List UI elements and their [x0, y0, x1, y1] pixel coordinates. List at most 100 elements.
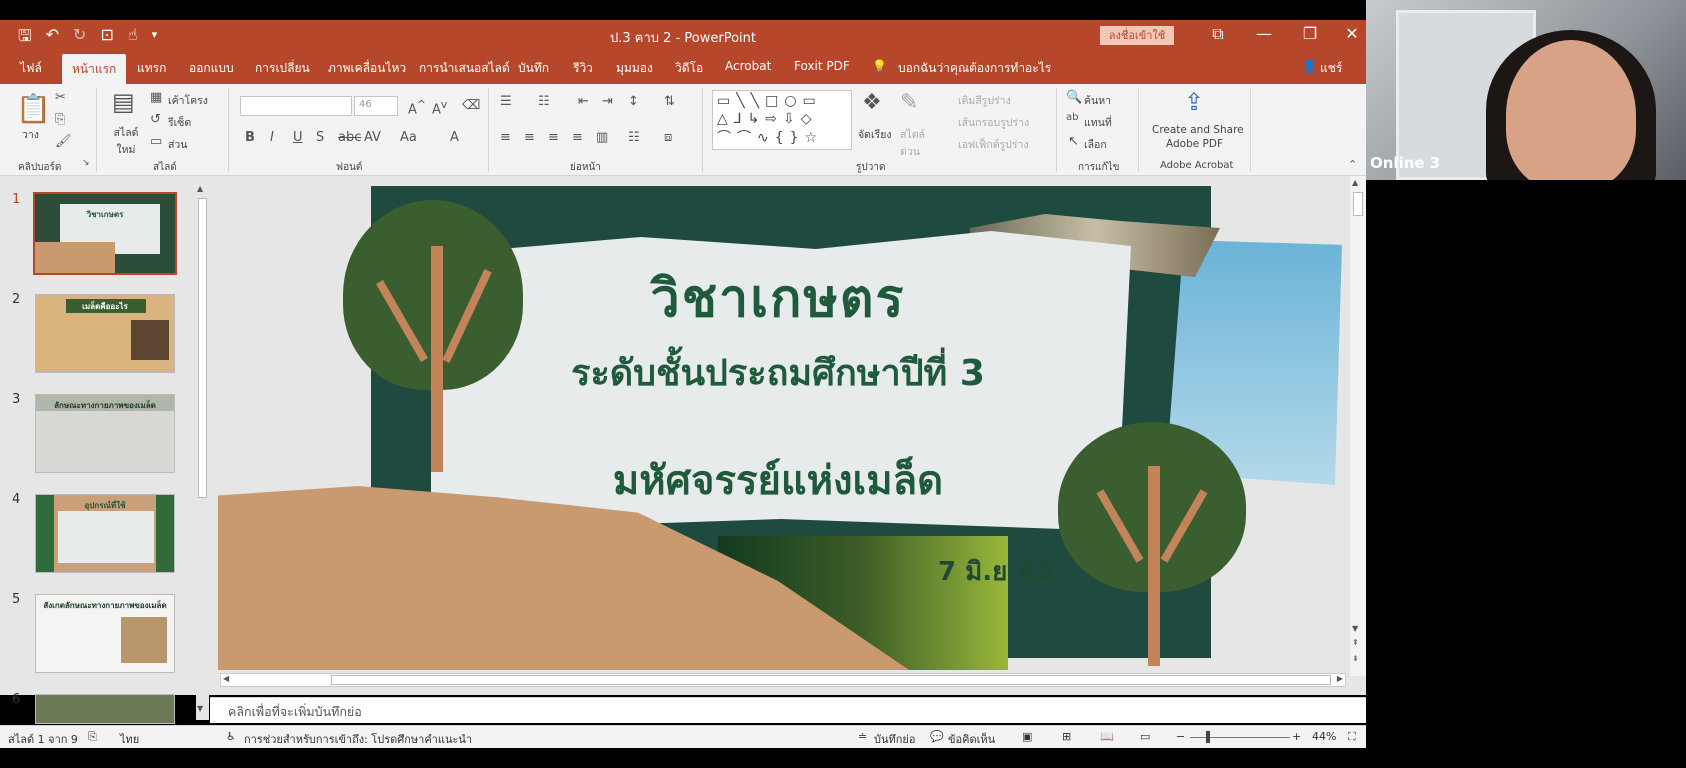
slide-canvas[interactable]: วิชาเกษตร ระดับชั้นประถมศึกษาปีที่ 3 มหั…: [218, 186, 1353, 670]
justify-icon[interactable]: ≡: [572, 130, 583, 145]
replace-label[interactable]: แทนที่: [1084, 114, 1112, 131]
slide-vertical-scrollbar[interactable]: ▲ ▼ ⇞ ⇟: [1350, 176, 1366, 676]
font-color-icon[interactable]: A: [450, 130, 459, 145]
slide-sorter-icon[interactable]: ⊞: [1062, 730, 1071, 743]
previous-slide-icon[interactable]: ⇞: [1352, 638, 1359, 647]
accessibility-icon[interactable]: ♿: [226, 730, 236, 743]
new-slide-label[interactable]: สไลด์ใหม่: [108, 124, 144, 158]
cut-icon[interactable]: ✂: [55, 90, 66, 105]
bullets-icon[interactable]: ☰: [500, 94, 512, 109]
tab-animations[interactable]: ภาพเคลื่อนไหว: [328, 59, 406, 78]
collapse-ribbon-icon[interactable]: ⌃: [1348, 158, 1357, 171]
tab-file[interactable]: ไฟล์: [20, 59, 42, 78]
normal-view-icon[interactable]: ▣: [1022, 730, 1032, 743]
sign-in-button[interactable]: ลงชื่อเข้าใช้: [1100, 26, 1174, 45]
section-label[interactable]: ส่วน: [168, 136, 187, 153]
numbering-icon[interactable]: ☷: [538, 94, 550, 109]
ribbon-display-options-icon[interactable]: ⧉: [1198, 24, 1238, 44]
notes-toggle-button[interactable]: บันทึกย่อ: [874, 730, 915, 748]
select-icon[interactable]: ↖: [1068, 134, 1079, 149]
notes-toggle-icon[interactable]: ≐: [858, 730, 867, 743]
layout-icon[interactable]: ▦: [150, 90, 162, 105]
find-label[interactable]: ค้นหา: [1084, 92, 1111, 109]
tab-foxit-pdf[interactable]: Foxit PDF: [794, 59, 850, 73]
layout-label[interactable]: เค้าโครง: [168, 92, 208, 109]
arrange-icon[interactable]: ❖: [862, 90, 882, 115]
minimize-icon[interactable]: —: [1244, 24, 1284, 43]
clipboard-launcher-icon[interactable]: ↘: [82, 158, 90, 168]
zoom-level[interactable]: 44%: [1312, 730, 1336, 743]
slide-thumbnail[interactable]: วิชาเกษตร: [33, 192, 177, 275]
slide-subtitle-grade[interactable]: ระดับชั้นประถมศึกษาปีที่ 3: [438, 344, 1118, 401]
increase-indent-icon[interactable]: ⇥: [602, 94, 613, 109]
create-share-label[interactable]: Create and Share: [1152, 124, 1244, 136]
find-icon[interactable]: 🔍: [1066, 90, 1082, 105]
slide-thumbnail[interactable]: อุปกรณ์ที่ใช้: [35, 494, 175, 573]
strikethrough-icon[interactable]: abc: [338, 130, 361, 145]
create-pdf-icon[interactable]: ⇪: [1184, 88, 1204, 116]
quick-styles-label[interactable]: สไตล์ด่วน: [900, 126, 930, 160]
clear-formatting-icon[interactable]: ⌫: [462, 98, 480, 113]
tab-view[interactable]: มุมมอง: [616, 59, 653, 78]
quick-styles-icon[interactable]: ✎: [900, 90, 918, 115]
slide-thumbnail[interactable]: [35, 694, 175, 724]
copy-icon[interactable]: ⎘: [55, 112, 65, 127]
align-text-icon[interactable]: ☷: [628, 130, 640, 145]
fit-slide-icon[interactable]: ⛶: [1348, 730, 1356, 744]
shapes-gallery[interactable]: ▭╲╲□○▭ △⅃↳⇨⇩◇ ⌒⌒∿{}☆: [712, 90, 852, 150]
text-direction-icon[interactable]: ⇅: [664, 94, 675, 109]
notes-pane[interactable]: คลิกเพื่อที่จะเพิ่มบันทึกย่อ: [210, 697, 1366, 723]
columns-icon[interactable]: ▥: [596, 130, 608, 145]
accessibility-status[interactable]: การช่วยสำหรับการเข้าถึง: โปรดศึกษาคำแนะน…: [244, 730, 472, 748]
decrease-indent-icon[interactable]: ⇤: [578, 94, 589, 109]
slide-show-icon[interactable]: ▭: [1140, 730, 1150, 743]
shape-effects-label[interactable]: เอฟเฟ็กต์รูปร่าง: [958, 136, 1029, 153]
slide-date[interactable]: 7 มิ.ย.65: [938, 551, 1053, 592]
decrease-font-icon[interactable]: Av: [432, 98, 447, 117]
tab-slide-show[interactable]: การนำเสนอสไลด์: [419, 59, 510, 78]
char-spacing-icon[interactable]: AV: [364, 130, 381, 145]
section-icon[interactable]: ▭: [150, 134, 162, 149]
align-right-icon[interactable]: ≡: [548, 130, 559, 145]
comments-button[interactable]: ข้อคิดเห็น: [948, 730, 995, 748]
slide-thumbnail[interactable]: ลักษณะทางกายภาพของเมล็ด: [35, 394, 175, 473]
shape-outline-label[interactable]: เส้นกรอบรูปร่าง: [958, 114, 1029, 131]
align-left-icon[interactable]: ≡: [500, 130, 511, 145]
replace-icon[interactable]: ab: [1066, 112, 1078, 123]
slide-subtitle-topic[interactable]: มหัศจรรย์แห่งเมล็ด: [438, 448, 1118, 512]
tab-design[interactable]: ออกแบบ: [189, 59, 234, 78]
shadow-icon[interactable]: S: [316, 130, 324, 145]
zoom-out-icon[interactable]: −: [1176, 730, 1185, 743]
format-painter-icon[interactable]: 🖌: [55, 134, 72, 149]
language-indicator[interactable]: ไทย: [120, 730, 139, 748]
reset-icon[interactable]: ↺: [150, 112, 161, 127]
bold-icon[interactable]: B: [245, 130, 255, 145]
reading-view-icon[interactable]: 📖: [1100, 730, 1114, 743]
slide-thumbnail[interactable]: สังเกตลักษณะทางกายภาพของเมล็ด: [35, 594, 175, 673]
reset-label[interactable]: รีเซ็ต: [168, 114, 191, 131]
smartart-icon[interactable]: ⧈: [664, 130, 672, 145]
font-size-input[interactable]: 46: [354, 96, 398, 116]
thumbnail-scrollbar[interactable]: ▲ ▼: [196, 180, 209, 720]
select-label[interactable]: เลือก: [1084, 136, 1107, 153]
increase-font-icon[interactable]: A^: [408, 98, 426, 117]
comments-icon[interactable]: 💬: [930, 730, 944, 743]
slide-thumbnail[interactable]: เมล็ดคืออะไร: [35, 294, 175, 373]
slide-horizontal-scrollbar[interactable]: ◀ ▶: [220, 673, 1346, 687]
restore-icon[interactable]: ❐: [1290, 24, 1330, 43]
share-button[interactable]: แชร์: [1320, 59, 1342, 78]
change-case-icon[interactable]: Aa: [400, 130, 417, 145]
tab-record[interactable]: บันทึก: [518, 59, 549, 78]
notes-placeholder[interactable]: คลิกเพื่อที่จะเพิ่มบันทึกย่อ: [228, 702, 362, 722]
paste-label[interactable]: วาง: [22, 126, 39, 143]
underline-icon[interactable]: U: [293, 130, 303, 145]
tab-home[interactable]: หน้าแรก: [62, 54, 127, 84]
line-spacing-icon[interactable]: ↕: [628, 94, 639, 109]
new-slide-icon[interactable]: ▤: [112, 88, 135, 116]
tell-me-search[interactable]: บอกฉันว่าคุณต้องการทำอะไร: [898, 59, 1051, 78]
tab-insert[interactable]: แทรก: [137, 59, 166, 78]
zoom-in-icon[interactable]: +: [1292, 730, 1301, 743]
adobe-pdf-label[interactable]: Adobe PDF: [1166, 138, 1223, 150]
next-slide-icon[interactable]: ⇟: [1352, 654, 1359, 663]
font-name-input[interactable]: [240, 96, 352, 116]
